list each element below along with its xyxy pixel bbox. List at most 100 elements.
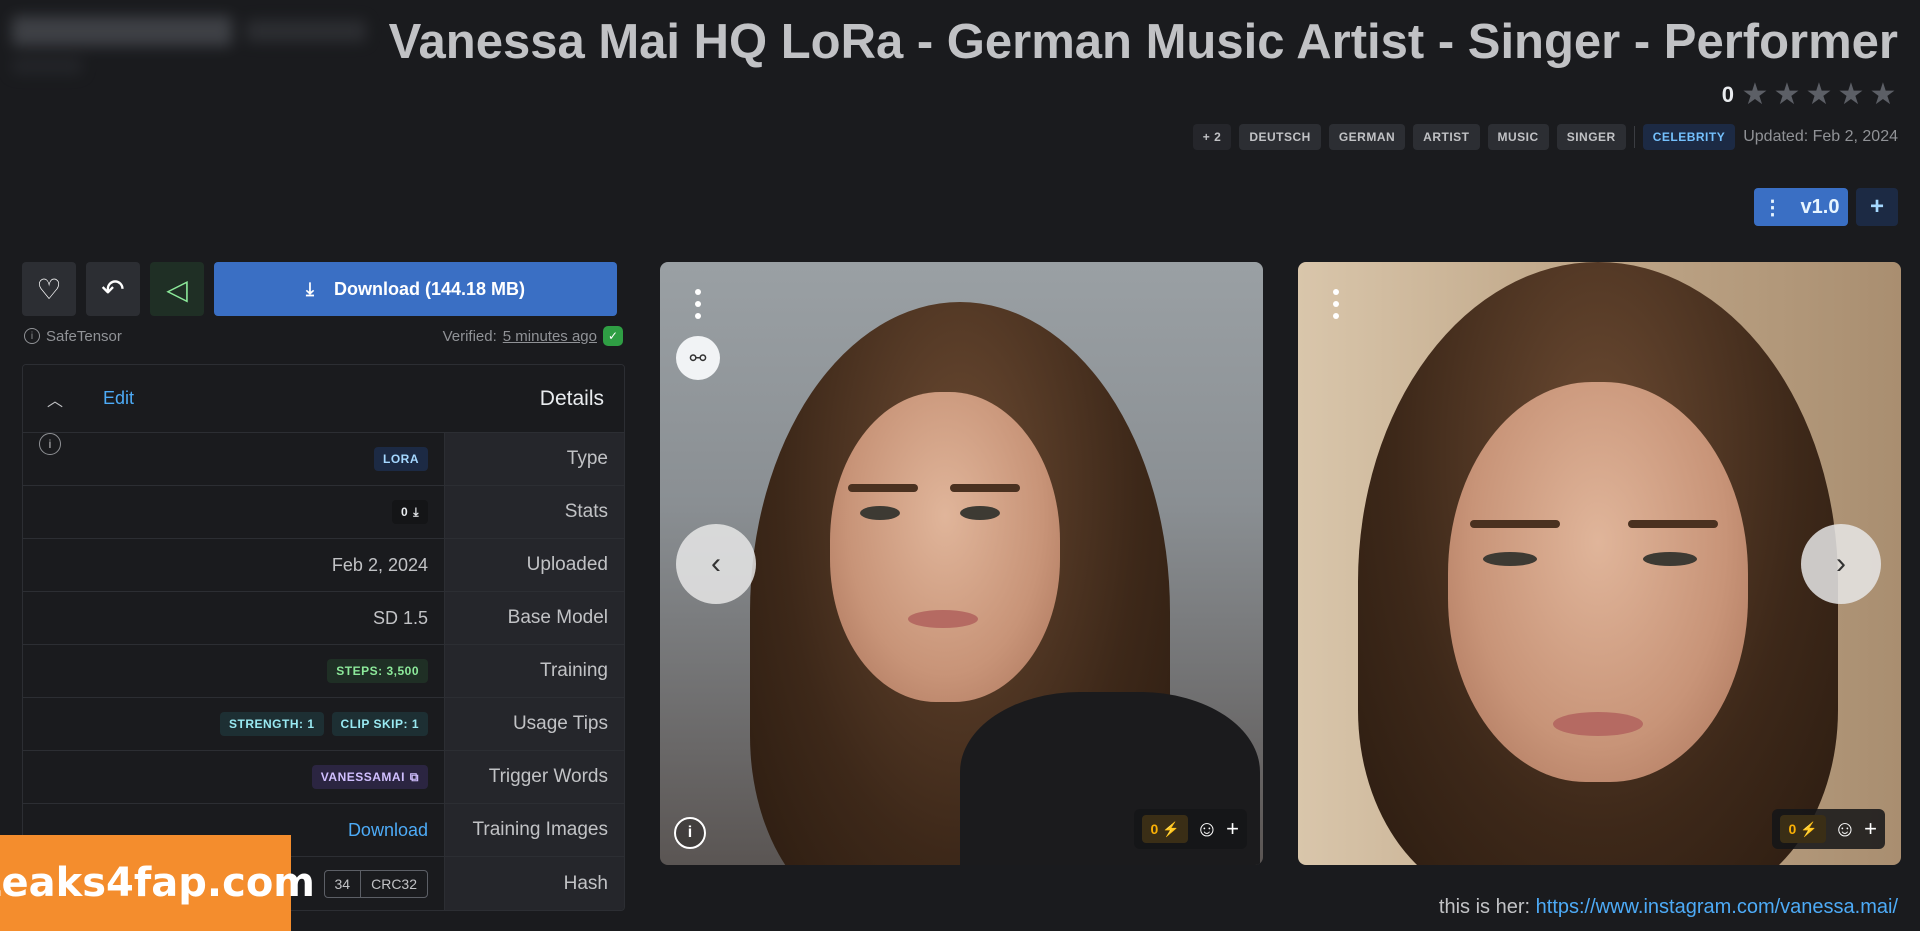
detail-row-trigger-words: VANESSAMAI ⧉ Trigger Words	[23, 751, 624, 804]
tag-more[interactable]: + 2	[1192, 124, 1232, 150]
tag-singer[interactable]: SINGER	[1556, 124, 1626, 150]
star-icon[interactable]: ★	[1836, 80, 1866, 110]
detail-key: Hash	[444, 857, 624, 910]
download-icon: ⤓	[413, 504, 419, 519]
download-icon: ⤓	[306, 278, 314, 299]
plus-icon[interactable]: +	[1226, 816, 1239, 842]
heart-icon: ♡	[36, 273, 62, 305]
info-icon[interactable]: i	[24, 328, 40, 344]
details-panel: ︿ Edit Details i LORA Type 0 ⤓ Stats Feb …	[22, 364, 625, 911]
chevron-left-icon[interactable]: ‹	[676, 524, 756, 604]
hash-value: 34	[334, 875, 351, 892]
kebab-icon[interactable]	[1324, 286, 1348, 322]
detail-row-type: i LORA Type	[23, 433, 624, 486]
detail-key: Uploaded	[444, 539, 624, 591]
file-meta: i SafeTensor Verified: 5 minutes ago ✓	[22, 326, 625, 346]
download-button[interactable]: ⤓ Download (144.18 MB)	[214, 262, 617, 316]
play-icon: ◁	[166, 273, 188, 305]
action-row: ⤓ Download (144.18 MB) ◁ ↶ ♡	[22, 262, 625, 316]
tag-celebrity[interactable]: CELEBRITY	[1642, 124, 1736, 150]
trigger-word-badge[interactable]: VANESSAMAI ⧉	[311, 765, 428, 789]
details-header[interactable]: ︿ Edit Details	[23, 365, 624, 433]
info-icon[interactable]: i	[674, 817, 706, 849]
type-badge: LORA	[374, 447, 428, 471]
detail-key: Training	[444, 645, 624, 697]
verified-prefix: Verified:	[442, 327, 497, 345]
tags-row: Updated: Feb 2, 2024 CELEBRITY SINGER MU…	[1192, 124, 1898, 150]
lightning-icon: ⚡	[1800, 820, 1818, 837]
tag-artist[interactable]: ARTIST	[1413, 124, 1480, 150]
reaction-bar[interactable]: 0 ⚡ ☺ +	[1772, 809, 1885, 849]
buzz-counter[interactable]: 0 ⚡	[1780, 815, 1826, 843]
downloads-stat: 0 ⤓	[392, 500, 428, 524]
version-bar: ⋮ v1.0 +	[1754, 188, 1898, 226]
detail-key: Stats	[444, 486, 624, 538]
chevron-right-icon[interactable]: ›	[1801, 524, 1881, 604]
star-icon[interactable]: ★	[1804, 80, 1834, 110]
favorite-button[interactable]: ♡	[22, 262, 76, 316]
detail-row-usage-tips: STRENGTH: 1 CLIP SKIP: 1 Usage Tips	[23, 698, 624, 751]
emoji-icon[interactable]: ☺	[1196, 816, 1218, 842]
shield-check-icon: ✓	[603, 326, 623, 346]
verified-time-link[interactable]: 5 minutes ago	[503, 328, 597, 345]
tag-german[interactable]: GERMAN	[1328, 124, 1406, 150]
hash-type-select[interactable]: CRC32	[360, 870, 427, 897]
kebab-icon[interactable]	[686, 286, 710, 322]
training-images-download-link[interactable]: Download	[348, 820, 428, 841]
edit-link[interactable]: Edit	[103, 388, 134, 409]
format-label: SafeTensor	[46, 327, 122, 345]
detail-row-uploaded: Feb 2, 2024 Uploaded	[23, 539, 624, 592]
rating[interactable]: 0 ★ ★ ★ ★ ★	[1722, 80, 1898, 110]
detail-key: Usage Tips	[444, 698, 624, 750]
share-icon: ↶	[101, 273, 125, 305]
buzz-counter[interactable]: 0 ⚡	[1142, 815, 1188, 843]
detail-key: Training Images	[444, 804, 624, 856]
kebab-icon[interactable]: ⋮	[1763, 195, 1783, 220]
hash-box[interactable]: 34 CRC32	[323, 869, 428, 898]
star-icon[interactable]: ★	[1740, 80, 1770, 110]
link-icon[interactable]: ⚯	[676, 336, 720, 380]
uploaded-date: Feb 2, 2024	[331, 554, 428, 575]
face-shape	[830, 392, 1060, 702]
detail-key: Base Model	[444, 592, 624, 644]
info-icon[interactable]: i	[39, 433, 61, 455]
star-icon[interactable]: ★	[1868, 80, 1898, 110]
gallery-image-1[interactable]: ⚯ ‹ i 0 ⚡ ☺ +	[660, 262, 1263, 865]
lightning-icon: ⚡	[1162, 820, 1180, 837]
detail-key: Trigger Words	[444, 751, 624, 803]
clip-skip-badge: CLIP SKIP: 1	[331, 712, 428, 736]
description: this is her: https://www.instagram.com/v…	[1439, 896, 1898, 919]
blurred-header	[6, 10, 376, 80]
copy-icon: ⧉	[409, 769, 419, 784]
instagram-link[interactable]: https://www.instagram.com/vanessa.mai/	[1536, 896, 1898, 918]
detail-row-stats: 0 ⤓ Stats	[23, 486, 624, 539]
watermark-banner: Leaks4fap.com	[0, 835, 315, 931]
download-label: Download (144.18 MB)	[333, 278, 525, 299]
divider	[1633, 126, 1635, 148]
reaction-bar[interactable]: 0 ⚡ ☺ +	[1134, 809, 1247, 849]
version-button[interactable]: ⋮ v1.0	[1754, 188, 1848, 226]
strength-badge: STRENGTH: 1	[220, 712, 324, 736]
detail-key: Type	[444, 433, 624, 485]
description-text: this is her:	[1438, 896, 1531, 918]
left-column: ⤓ Download (144.18 MB) ◁ ↶ ♡ i SafeTenso…	[22, 262, 625, 911]
share-button[interactable]: ↶	[86, 262, 140, 316]
version-label: v1.0	[1800, 195, 1840, 218]
tag-deutsch[interactable]: DEUTSCH	[1239, 124, 1321, 150]
base-model-value: SD 1.5	[372, 607, 428, 628]
emoji-icon[interactable]: ☺	[1834, 816, 1856, 842]
detail-row-training: STEPS: 3,500 Training	[23, 645, 624, 698]
detail-row-base-model: SD 1.5 Base Model	[23, 592, 624, 645]
chevron-up-icon[interactable]: ︿	[47, 387, 63, 411]
updated-date: Updated: Feb 2, 2024	[1743, 128, 1898, 145]
rating-count: 0	[1721, 82, 1734, 107]
run-button[interactable]: ◁	[150, 262, 204, 316]
training-steps-badge: STEPS: 3,500	[327, 659, 428, 683]
tag-music[interactable]: MUSIC	[1487, 124, 1549, 150]
details-title: Details	[539, 386, 604, 410]
gallery-image-2[interactable]: › 0 ⚡ ☺ +	[1298, 262, 1901, 865]
star-icon[interactable]: ★	[1772, 80, 1802, 110]
add-version-button[interactable]: +	[1856, 188, 1898, 226]
plus-icon[interactable]: +	[1864, 816, 1877, 842]
model-title: Vanessa Mai HQ LoRa - German Music Artis…	[388, 15, 1898, 69]
